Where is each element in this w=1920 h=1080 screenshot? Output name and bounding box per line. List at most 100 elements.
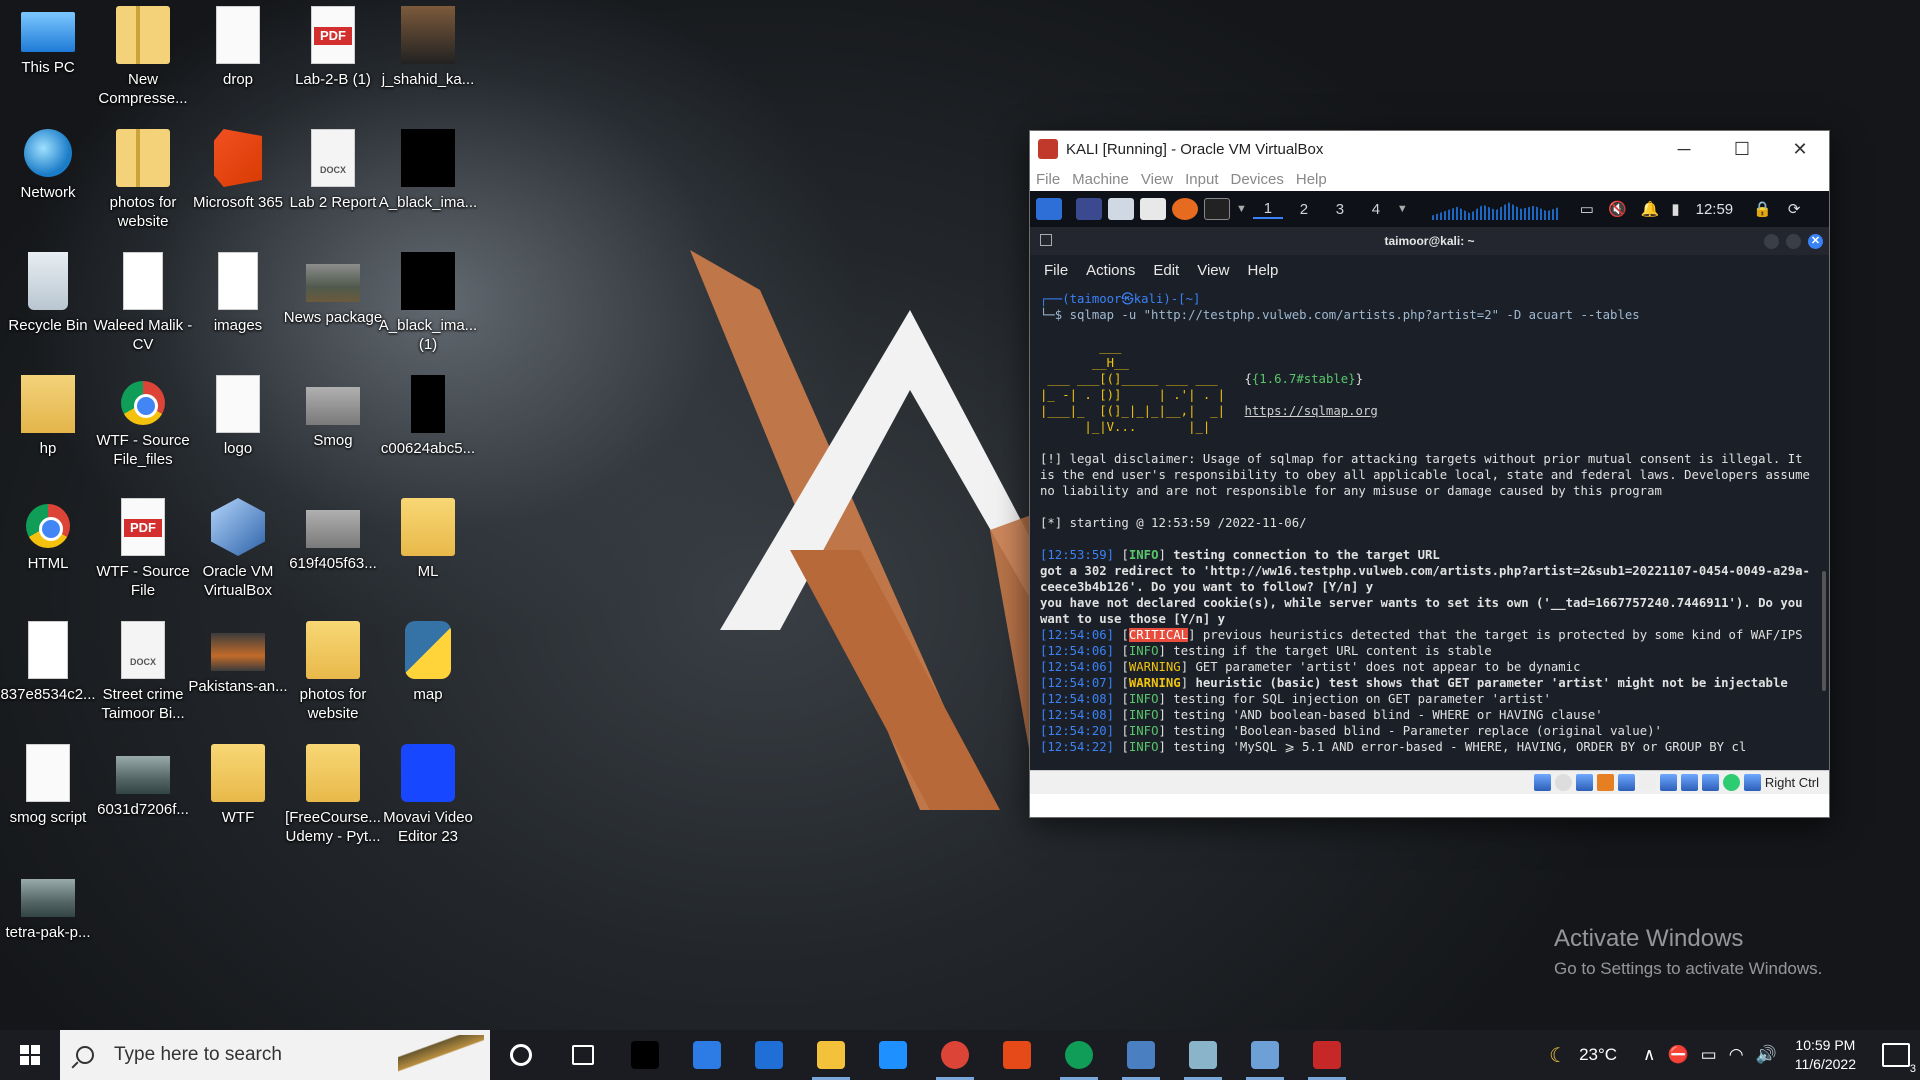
workspace-4[interactable]: 4 <box>1361 201 1391 218</box>
maximize-button[interactable]: ☐ <box>1713 131 1771 167</box>
shared-folders-icon[interactable] <box>1638 774 1656 791</box>
desktop-icon[interactable]: A_black_ima... (1) <box>379 246 477 358</box>
weather-temp[interactable]: 23°C <box>1579 1045 1617 1065</box>
virtualbox-window[interactable]: KALI [Running] - Oracle VM VirtualBox ─ … <box>1029 130 1830 818</box>
desktop-icon[interactable]: c00624abc5... <box>380 369 476 481</box>
kali-clock[interactable]: 12:59 <box>1696 201 1734 218</box>
desktop-icon[interactable]: 6031d7206f... <box>95 738 191 850</box>
notification-center-icon[interactable]: 3 <box>1882 1043 1916 1075</box>
desktop-icon[interactable]: map <box>380 615 476 727</box>
desktop-icon[interactable]: [FreeCourse... Udemy - Pyt... <box>285 738 381 850</box>
desktop-icon[interactable]: 619f405f63... <box>285 492 381 604</box>
security-icon[interactable]: ⛔ <box>1668 1045 1689 1065</box>
desktop-icon[interactable]: New Compresse... <box>95 0 191 112</box>
desktop-icon[interactable]: photos for website <box>95 123 191 235</box>
wifi-icon[interactable]: ◠ <box>1729 1045 1744 1065</box>
desktop-icon[interactable]: j_shahid_ka... <box>380 0 476 112</box>
chevron-up-icon[interactable]: ∧ <box>1643 1045 1655 1065</box>
kali-menu-icon[interactable] <box>1036 198 1062 220</box>
network-adapter-icon[interactable] <box>1596 774 1614 791</box>
desktop-icon[interactable]: logo <box>190 369 286 481</box>
terminal-minimize-button[interactable] <box>1764 234 1779 249</box>
power-icon[interactable]: ⟳ <box>1788 200 1801 218</box>
desktop-icon[interactable]: smog script <box>0 738 96 850</box>
desktop-icon[interactable]: WTF - Source File_files <box>95 369 191 481</box>
taskbar-notepad-button[interactable] <box>1172 1030 1234 1080</box>
text-editor-icon[interactable] <box>1140 198 1166 220</box>
mute-icon[interactable]: 🔇 <box>1608 200 1627 218</box>
terminal-titlebar[interactable]: taimoor@kali: ~ ✕ <box>1030 227 1829 255</box>
close-button[interactable]: ✕ <box>1771 131 1829 167</box>
mouse-integration-icon[interactable] <box>1722 774 1740 791</box>
recording-icon[interactable] <box>1680 774 1698 791</box>
search-box[interactable]: Type here to search <box>60 1030 490 1080</box>
audio-icon[interactable] <box>1575 774 1593 791</box>
desktop-icon[interactable]: Movavi Video Editor 23 <box>380 738 476 850</box>
vbox-menu-devices[interactable]: Devices <box>1231 171 1284 188</box>
terminal-maximize-button[interactable] <box>1786 234 1801 249</box>
desktop-icon[interactable]: WTF <box>190 738 286 850</box>
vbox-menu-file[interactable]: File <box>1036 171 1060 188</box>
desktop-icon[interactable]: drop <box>190 0 286 112</box>
start-button[interactable] <box>0 1030 60 1080</box>
taskbar-task-view-button[interactable] <box>552 1030 614 1080</box>
display-icon[interactable]: ▭ <box>1580 200 1594 218</box>
desktop-icon[interactable]: Pakistans-an... <box>188 615 288 727</box>
taskbar-chrome-profile-button[interactable] <box>1048 1030 1110 1080</box>
workspace-3[interactable]: 3 <box>1325 201 1355 218</box>
kali-screen[interactable]: ▼ 1 2 3 4 ▼ ▭ 🔇 🔔 ▮ 12:59 🔒 ⟳ taimoor@ka… <box>1030 191 1829 794</box>
desktop-icon[interactable]: Oracle VM VirtualBox <box>190 492 286 604</box>
taskbar-virtualbox-button[interactable] <box>1110 1030 1172 1080</box>
desktop-icon[interactable]: A_black_ima... <box>379 123 477 235</box>
vbox-menu-input[interactable]: Input <box>1185 171 1218 188</box>
battery-icon[interactable]: ▮ <box>1671 200 1679 218</box>
vbox-menu-help[interactable]: Help <box>1296 171 1327 188</box>
file-manager-icon[interactable] <box>1108 198 1134 220</box>
notification-bell-icon[interactable]: 🔔 <box>1641 200 1660 218</box>
weather-icon[interactable]: ☾ <box>1549 1043 1567 1068</box>
taskbar-file-explorer-button[interactable] <box>800 1030 862 1080</box>
taskbar-netflix-button[interactable] <box>614 1030 676 1080</box>
taskbar-store-button[interactable] <box>676 1030 738 1080</box>
vt-x-icon[interactable] <box>1701 774 1719 791</box>
workspace-2[interactable]: 2 <box>1289 201 1319 218</box>
desktop-icon[interactable]: images <box>190 246 286 358</box>
taskbar-app-w-button[interactable] <box>862 1030 924 1080</box>
chevron-down-icon[interactable]: ▼ <box>1397 203 1408 215</box>
battery-icon[interactable]: ▭ <box>1701 1045 1717 1065</box>
desktop-icon[interactable]: This PC <box>0 0 96 112</box>
terminal-menu-view[interactable]: View <box>1197 262 1229 279</box>
terminal-close-button[interactable]: ✕ <box>1808 234 1823 249</box>
terminal-output[interactable]: ┌──(taimoor㉿kali)-[~] └─$ sqlmap -u "htt… <box>1030 285 1829 794</box>
desktop-icon[interactable]: WTF - Source File <box>95 492 191 604</box>
lock-icon[interactable]: 🔒 <box>1753 200 1772 218</box>
desktop-icon[interactable]: Network <box>0 123 96 235</box>
taskbar-debian-button[interactable] <box>1296 1030 1358 1080</box>
desktop-icon[interactable]: ML <box>380 492 476 604</box>
terminal-menu-edit[interactable]: Edit <box>1153 262 1179 279</box>
usb-icon[interactable] <box>1617 774 1635 791</box>
desktop-icon[interactable]: Recycle Bin <box>0 246 96 358</box>
desktop-icon[interactable]: Street crime Taimoor Bi... <box>95 615 191 727</box>
desktop-icon[interactable]: photos for website <box>285 615 381 727</box>
desktop-icon[interactable]: 837e8534c2... <box>0 615 96 727</box>
desktop-icon[interactable]: News package <box>284 246 382 358</box>
desktop-icon[interactable]: Lab-2-B (1) <box>285 0 381 112</box>
keyboard-capture-icon[interactable] <box>1743 774 1761 791</box>
terminal-menu-actions[interactable]: Actions <box>1086 262 1135 279</box>
desktop-icon[interactable]: Smog <box>285 369 381 481</box>
clock[interactable]: 10:59 PM 11/6/2022 <box>1795 1036 1856 1074</box>
desktop-icon[interactable]: hp <box>0 369 96 481</box>
workspace-1[interactable]: 1 <box>1252 200 1283 219</box>
taskbar-office-button[interactable] <box>986 1030 1048 1080</box>
terminal-menu-help[interactable]: Help <box>1247 262 1278 279</box>
hdd-icon[interactable] <box>1533 774 1551 791</box>
vbox-titlebar[interactable]: KALI [Running] - Oracle VM VirtualBox ─ … <box>1030 131 1829 167</box>
taskbar-chrome-button[interactable] <box>924 1030 986 1080</box>
terminal-icon[interactable] <box>1204 198 1230 220</box>
firefox-icon[interactable] <box>1172 198 1198 220</box>
optical-drive-icon[interactable] <box>1554 774 1572 791</box>
terminal-menu-file[interactable]: File <box>1044 262 1068 279</box>
desktop-icon[interactable]: HTML <box>0 492 96 604</box>
vbox-menu-view[interactable]: View <box>1141 171 1173 188</box>
